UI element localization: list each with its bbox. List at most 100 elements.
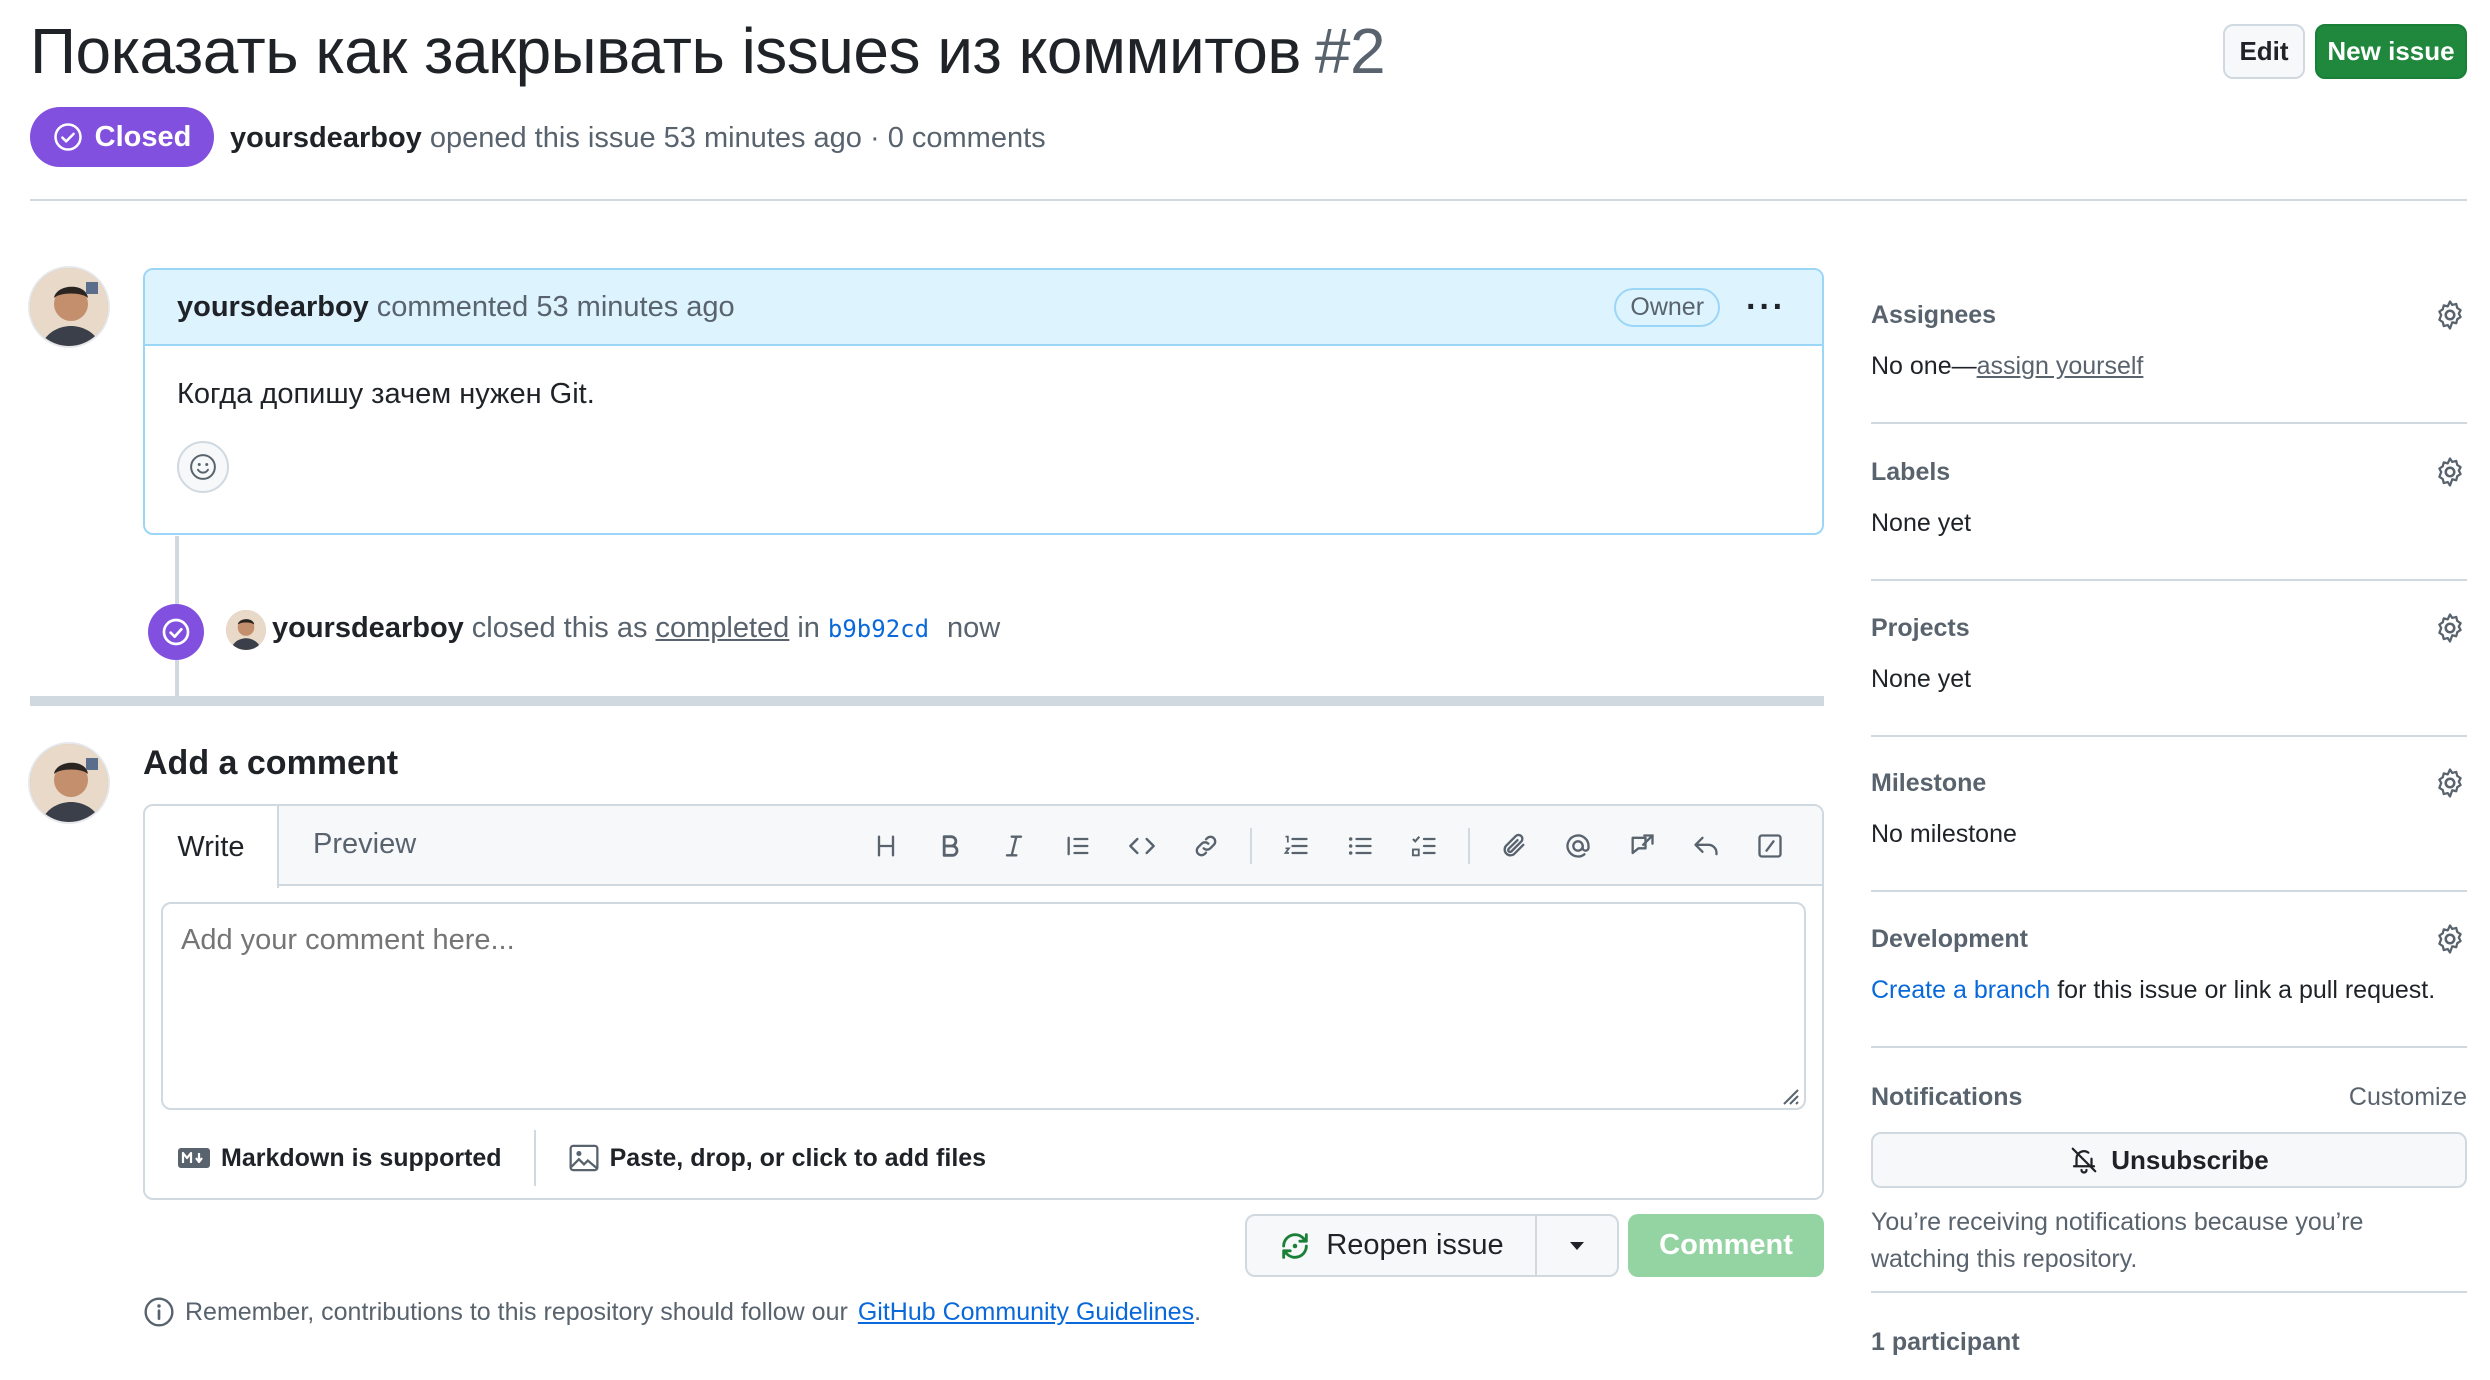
markdown-note[interactable]: Markdown is supported	[145, 1144, 534, 1173]
assignees-label: Assignees	[1871, 300, 1997, 329]
labels-label: Labels	[1871, 457, 1951, 486]
gear-icon[interactable]	[2433, 611, 2467, 645]
toolbar-divider	[1250, 828, 1252, 864]
projects-value: None yet	[1871, 665, 1972, 693]
comment-box: yoursdearboy commented 53 minutes ago Ow…	[143, 268, 1824, 535]
comment-header: yoursdearboy commented 53 minutes ago Ow…	[145, 270, 1822, 346]
event-time: now	[947, 612, 1001, 644]
sidebar-milestone: Milestone No milestone	[1871, 766, 2467, 892]
resize-handle-icon[interactable]	[1778, 1084, 1800, 1106]
guidelines-note: Remember, contributions to this reposito…	[143, 1296, 1201, 1328]
reopen-issue-button[interactable]: Reopen issue	[1247, 1216, 1537, 1275]
closed-event: yoursdearboy closed this as completed in…	[226, 610, 1001, 650]
closed-event-icon	[148, 604, 204, 660]
notifications-label: Notifications	[1871, 1082, 2023, 1111]
image-icon	[569, 1144, 599, 1172]
sidebar-notifications: Notifications Customize Unsubscribe You’…	[1871, 1080, 2467, 1293]
italic-icon[interactable]	[982, 822, 1046, 870]
kebab-menu-icon[interactable]: ···	[1746, 288, 1786, 327]
comment-editor: Write Preview Markdown is supported	[143, 804, 1824, 1200]
cross-reference-icon[interactable]	[1610, 822, 1674, 870]
bulleted-list-icon[interactable]	[1328, 822, 1392, 870]
paperclip-icon[interactable]	[1482, 822, 1546, 870]
status-badge: Closed	[30, 107, 214, 167]
development-value: for this issue or link a pull request.	[2050, 976, 2436, 1004]
gear-icon[interactable]	[2433, 455, 2467, 489]
status-label: Closed	[94, 120, 192, 153]
avatar[interactable]	[226, 610, 266, 650]
heading-icon[interactable]	[854, 822, 918, 870]
assign-yourself-link[interactable]: assign yourself	[1977, 352, 2144, 380]
comment-submit-button[interactable]: Comment	[1628, 1214, 1824, 1277]
issue-title-text: Показать как закрывать issues из коммито…	[30, 15, 1301, 87]
bold-icon[interactable]	[918, 822, 982, 870]
reopen-issue-label: Reopen issue	[1326, 1229, 1504, 1261]
link-icon[interactable]	[1174, 822, 1238, 870]
editor-tabs: Write Preview	[145, 806, 1822, 888]
task-list-icon[interactable]	[1392, 822, 1456, 870]
owner-badge: Owner	[1614, 287, 1721, 327]
avatar	[28, 742, 110, 824]
issue-title: Показать как закрывать issues из коммито…	[30, 14, 1386, 88]
sidebar-development: Development Create a branch for this iss…	[1871, 922, 2467, 1048]
numbered-list-icon[interactable]	[1264, 822, 1328, 870]
labels-value: None yet	[1871, 509, 1972, 537]
gear-icon[interactable]	[2433, 922, 2467, 956]
comment-text: Когда допишу зачем нужен Git.	[177, 378, 595, 410]
issue-meta: yoursdearboy opened this issue 53 minute…	[230, 122, 1046, 155]
assignees-value: No one—	[1871, 352, 1977, 380]
issue-number: #2	[1314, 15, 1386, 87]
reply-icon[interactable]	[1674, 822, 1738, 870]
code-icon[interactable]	[1110, 822, 1174, 870]
comment-action: commented 53 minutes ago	[376, 290, 735, 323]
mention-icon[interactable]	[1546, 822, 1610, 870]
markdown-icon	[178, 1148, 210, 1168]
create-branch-link[interactable]: Create a branch	[1871, 976, 2050, 1004]
reopen-button-group: Reopen issue	[1245, 1214, 1619, 1277]
event-pre: closed this as	[471, 612, 648, 644]
markdown-label: Markdown is supported	[221, 1143, 502, 1172]
participants-label: 1 participant	[1871, 1328, 2020, 1356]
tab-write[interactable]: Write	[145, 806, 279, 888]
caret-down-icon	[1570, 1241, 1584, 1250]
guidelines-text: Remember, contributions to this reposito…	[185, 1297, 848, 1326]
add-reaction-button[interactable]	[177, 441, 229, 493]
comment-author-link[interactable]: yoursdearboy	[177, 291, 369, 324]
comment-textarea[interactable]	[161, 902, 1806, 1110]
notifications-note: You’re receiving notifications because y…	[1871, 1208, 2364, 1273]
bell-slash-icon	[2071, 1147, 2097, 1174]
gear-icon[interactable]	[2433, 766, 2467, 800]
timeline-end-divider	[30, 696, 1824, 706]
check-circle-icon	[53, 123, 82, 151]
reopen-options-button[interactable]	[1537, 1216, 1617, 1275]
guidelines-period: .	[1194, 1297, 1202, 1326]
commit-link[interactable]: b9b92cd	[828, 615, 929, 643]
editor-footer: Markdown is supported Paste, drop, or cl…	[145, 1118, 1822, 1198]
event-mid: in	[797, 612, 820, 644]
development-label: Development	[1871, 924, 2028, 953]
new-issue-button[interactable]: New issue	[2315, 24, 2467, 79]
completed-link[interactable]: completed	[656, 612, 790, 645]
customize-link[interactable]: Customize	[2349, 1083, 2467, 1112]
tab-preview[interactable]: Preview	[313, 828, 416, 861]
add-files-button[interactable]: Paste, drop, or click to add files	[536, 1144, 1019, 1173]
unsubscribe-button[interactable]: Unsubscribe	[1871, 1132, 2467, 1188]
projects-label: Projects	[1871, 613, 1970, 642]
sync-icon	[1282, 1232, 1309, 1259]
issue-author-link[interactable]: yoursdearboy	[230, 122, 422, 154]
event-author-link[interactable]: yoursdearboy	[272, 612, 464, 645]
gear-icon[interactable]	[2433, 298, 2467, 332]
milestone-label: Milestone	[1871, 768, 1987, 797]
quote-icon[interactable]	[1046, 822, 1110, 870]
sidebar-assignees: Assignees No one—assign yourself	[1871, 298, 2467, 424]
markdown-toolbar	[854, 822, 1802, 870]
info-icon	[144, 1297, 174, 1327]
toolbar-divider	[1468, 828, 1470, 864]
add-files-label: Paste, drop, or click to add files	[609, 1143, 987, 1172]
edit-button[interactable]: Edit	[2223, 24, 2305, 79]
avatar[interactable]	[28, 266, 110, 348]
slash-commands-icon[interactable]	[1738, 822, 1802, 870]
comment-body: Когда допишу зачем нужен Git.	[145, 346, 1822, 525]
unsubscribe-label: Unsubscribe	[2111, 1144, 2269, 1175]
guidelines-link[interactable]: GitHub Community Guidelines	[858, 1298, 1194, 1326]
